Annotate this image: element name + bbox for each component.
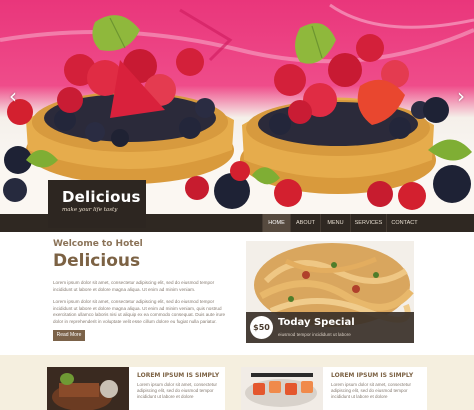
special-subtitle: eiusmod tempor incididunt ut labore	[278, 332, 351, 337]
today-special-card[interactable]: $50 Today Special eiusmod tempor incidid…	[246, 241, 414, 343]
feature-image	[47, 367, 129, 410]
logo-tagline: make your life tasty	[62, 207, 118, 213]
feature-title: LOREM IPSUM IS SIMPLY	[331, 372, 414, 379]
nav-item-contact[interactable]: CONTACT	[386, 214, 422, 232]
price-badge: $50	[250, 316, 273, 339]
chevron-left-icon: ‹	[9, 84, 17, 108]
feature-card[interactable]: LOREM IPSUM IS SIMPLY Lorem ipsum dolor …	[47, 367, 225, 410]
welcome-paragraph-1: Lorem ipsum dolor sit amet, consectetur …	[53, 280, 215, 292]
nav-item-home[interactable]: HOME	[262, 214, 290, 232]
feature-title: LOREM IPSUM IS SIMPLY	[137, 372, 220, 379]
feature-image	[241, 367, 323, 410]
chevron-right-icon: ›	[457, 84, 465, 108]
feature-text: Lorem ipsum dolor sit amet, consectetur …	[331, 382, 412, 399]
slider-prev-button[interactable]: ‹	[6, 84, 20, 108]
special-caption: $50 Today Special eiusmod tempor incidid…	[246, 312, 414, 343]
feature-text: Lorem ipsum dolor sit amet, consectetur …	[137, 382, 218, 399]
feature-card[interactable]: LOREM IPSUM IS SIMPLY Lorem ipsum dolor …	[241, 367, 427, 410]
site-logo[interactable]: Delicious make your life tasty	[48, 180, 146, 228]
main-nav: HOME ABOUT MENU SERVICES CONTACT	[262, 214, 422, 232]
logo-title: Delicious	[62, 188, 141, 206]
slider-next-button[interactable]: ›	[454, 84, 468, 108]
read-more-button[interactable]: Read More	[53, 330, 85, 341]
nav-item-menu[interactable]: MENU	[320, 214, 350, 232]
welcome-paragraph-2: Lorem ipsum dolor sit amet, consectetur …	[53, 299, 226, 324]
welcome-section: Welcome to Hotel Delicious Lorem ipsum d…	[53, 239, 231, 325]
welcome-subtitle: Welcome to Hotel	[53, 239, 143, 249]
special-title: Today Special	[278, 317, 355, 328]
nav-item-about[interactable]: ABOUT	[290, 214, 320, 232]
welcome-title: Delicious	[53, 251, 141, 271]
nav-item-services[interactable]: SERVICES	[350, 214, 386, 232]
featured-band: LOREM IPSUM IS SIMPLY Lorem ipsum dolor …	[0, 355, 474, 410]
